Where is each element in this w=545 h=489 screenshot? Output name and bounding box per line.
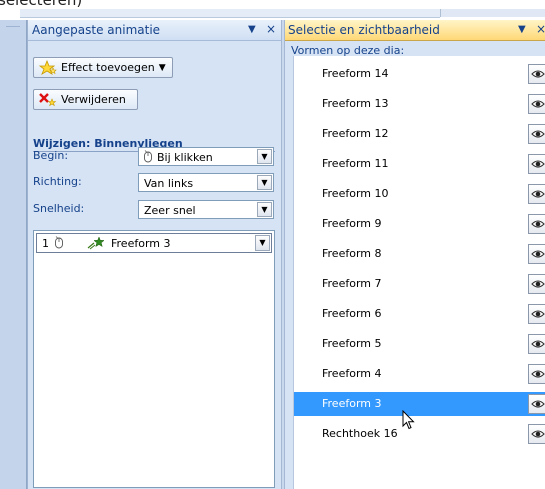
eye-icon[interactable] — [528, 274, 545, 294]
effect-name: Freeform 3 — [111, 237, 171, 250]
direction-label: Richting: — [33, 175, 82, 188]
eye-icon[interactable] — [528, 364, 545, 384]
eye-icon[interactable] — [528, 244, 545, 264]
shape-row[interactable]: Freeform 14 — [294, 62, 545, 86]
chevron-down-icon: ▼ — [257, 149, 272, 164]
close-icon[interactable]: × — [266, 22, 276, 36]
cut-off-text: selecteren) — [0, 0, 83, 9]
remove-label: Verwijderen — [61, 93, 126, 106]
top-bar — [20, 9, 440, 18]
shape-row[interactable]: Freeform 12 — [294, 122, 545, 146]
eye-icon[interactable] — [528, 94, 545, 114]
chevron-down-icon: ▼ — [257, 202, 272, 217]
shape-name: Freeform 14 — [322, 67, 389, 80]
shape-row[interactable]: Freeform 5 — [294, 332, 545, 356]
shape-name: Freeform 4 — [322, 367, 382, 380]
shape-row[interactable]: Freeform 13 — [294, 92, 545, 116]
shape-name: Freeform 6 — [322, 307, 382, 320]
close-icon[interactable]: × — [536, 22, 545, 36]
shape-row[interactable]: Freeform 11 — [294, 152, 545, 176]
shape-name: Rechthoek 16 — [322, 427, 398, 440]
shape-name: Freeform 10 — [322, 187, 389, 200]
shape-row[interactable]: Freeform 3 — [294, 392, 545, 416]
direction-value: Van links — [144, 177, 194, 190]
remove-effect-icon — [38, 92, 58, 108]
shape-row[interactable]: Freeform 7 — [294, 272, 545, 296]
star-effect-icon — [38, 59, 58, 76]
chevron-down-icon[interactable]: ▼ — [518, 24, 526, 35]
mouse-click-icon — [54, 236, 64, 250]
eye-icon[interactable] — [528, 304, 545, 324]
mouse-click-icon — [143, 150, 153, 164]
shape-name: Freeform 12 — [322, 127, 389, 140]
shape-name: Freeform 8 — [322, 247, 382, 260]
start-select[interactable]: Bij klikken ▼ — [138, 147, 274, 166]
speed-value: Zeer snel — [144, 204, 196, 217]
direction-select[interactable]: Van links ▼ — [138, 173, 274, 192]
animation-pane-header: Aangepaste animatie ▼ × — [28, 20, 282, 41]
shape-name: Freeform 7 — [322, 277, 382, 290]
eye-icon[interactable] — [528, 424, 545, 444]
chevron-down-icon: ▼ — [158, 62, 166, 73]
fly-in-star-icon — [87, 236, 105, 250]
eye-icon[interactable] — [528, 124, 545, 144]
shape-name: Freeform 11 — [322, 157, 389, 170]
effect-number: 1 — [42, 237, 49, 250]
selection-pane-header: Selectie en zichtbaarheid ▼ × — [285, 20, 545, 41]
shape-row[interactable]: Rechthoek 16 — [294, 422, 545, 446]
shape-list: Freeform 14 Freeform 13 Freeform 12 Freefor… — [293, 56, 545, 489]
shape-name: Freeform 3 — [322, 397, 382, 410]
top-bar-right — [440, 9, 545, 17]
top-strip: selecteren) — [0, 0, 545, 20]
eye-icon[interactable] — [528, 184, 545, 204]
shape-row[interactable]: Freeform 9 — [294, 212, 545, 236]
eye-icon[interactable] — [528, 154, 545, 174]
shape-row[interactable]: Freeform 10 — [294, 182, 545, 206]
chevron-down-icon[interactable]: ▼ — [248, 24, 256, 35]
start-value: Bij klikken — [157, 151, 213, 164]
animation-pane-title: Aangepaste animatie — [32, 23, 161, 37]
shape-name: Freeform 9 — [322, 217, 382, 230]
shape-row[interactable]: Freeform 8 — [294, 242, 545, 266]
speed-select[interactable]: Zeer snel ▼ — [138, 200, 274, 219]
eye-icon[interactable] — [528, 394, 545, 414]
start-label: Begin: — [33, 149, 69, 162]
selection-pane-title: Selectie en zichtbaarheid — [288, 23, 440, 37]
shape-row[interactable]: Freeform 4 — [294, 362, 545, 386]
shape-name: Freeform 5 — [322, 337, 382, 350]
mouse-pointer-icon — [402, 409, 416, 430]
eye-icon[interactable] — [528, 334, 545, 354]
shape-row[interactable]: Freeform 6 — [294, 302, 545, 326]
effect-list[interactable]: 1 Freeform 3 ▼ — [33, 230, 275, 488]
slide-edge — [0, 20, 27, 489]
add-effect-label: Effect toevoegen — [61, 61, 155, 74]
custom-animation-pane: Aangepaste animatie ▼ × Effect toevoegen… — [27, 20, 282, 489]
chevron-down-icon[interactable]: ▼ — [255, 235, 270, 251]
speed-label: Snelheid: — [33, 202, 85, 215]
eye-icon[interactable] — [528, 214, 545, 234]
eye-icon[interactable] — [528, 64, 545, 84]
effect-item[interactable]: 1 Freeform 3 ▼ — [36, 233, 272, 253]
shape-name: Freeform 13 — [322, 97, 389, 110]
chevron-down-icon: ▼ — [257, 175, 272, 190]
remove-button[interactable]: Verwijderen — [33, 89, 138, 110]
add-effect-button[interactable]: Effect toevoegen ▼ — [33, 57, 173, 78]
